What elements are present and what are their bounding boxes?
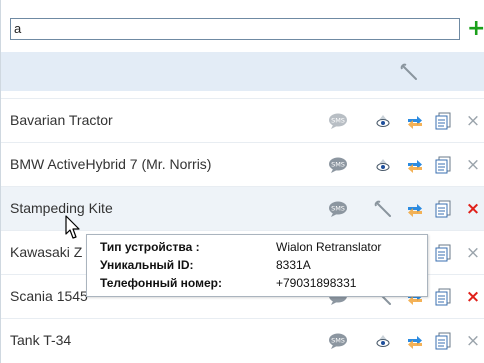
unit-name[interactable]: Tank T-34	[10, 332, 71, 348]
table-row[interactable]: Bavarian Tractor SMS ×	[1, 98, 484, 142]
device-type-value: Wialon Retranslator	[276, 240, 382, 254]
delete-icon[interactable]: ×	[463, 199, 483, 219]
access-icon[interactable]	[373, 155, 393, 175]
delete-icon[interactable]: ×	[463, 111, 483, 131]
add-unit-button[interactable]: +	[467, 18, 484, 40]
swap-icon[interactable]	[405, 331, 425, 351]
document-icon[interactable]	[433, 331, 453, 351]
document-icon[interactable]	[433, 111, 453, 131]
unit-name[interactable]: Kawasaki Z	[10, 244, 82, 260]
device-type-label: Тип устройства :	[100, 240, 200, 254]
wrench-icon[interactable]	[373, 199, 393, 219]
svg-text:SMS: SMS	[331, 337, 345, 345]
document-icon[interactable]	[433, 155, 453, 175]
units-panel: a + Bavarian Tractor SMS × BMW ActiveHyb…	[0, 0, 484, 363]
swap-icon[interactable]	[405, 111, 425, 131]
delete-icon[interactable]: ×	[463, 287, 483, 307]
svg-text:SMS: SMS	[331, 117, 345, 125]
delete-icon[interactable]: ×	[463, 331, 483, 351]
sms-icon[interactable]: SMS	[328, 111, 348, 131]
wrench-icon[interactable]	[399, 62, 419, 82]
delete-icon[interactable]: ×	[463, 243, 483, 263]
mouse-cursor-icon	[65, 215, 80, 239]
svg-text:SMS: SMS	[331, 205, 345, 213]
unique-id-value: 8331A	[276, 258, 311, 272]
document-icon[interactable]	[433, 287, 453, 307]
document-icon[interactable]	[433, 243, 453, 263]
delete-icon[interactable]: ×	[463, 155, 483, 175]
swap-icon[interactable]	[405, 155, 425, 175]
phone-value: +79031898331	[276, 276, 357, 290]
phone-label: Телефонный номер:	[100, 276, 222, 290]
table-row[interactable]: Tank T-34 SMS ×	[1, 318, 484, 362]
swap-icon[interactable]	[405, 199, 425, 219]
document-icon[interactable]	[433, 199, 453, 219]
access-icon[interactable]	[373, 111, 393, 131]
table-row[interactable]: BMW ActiveHybrid 7 (Mr. Norris) SMS ×	[1, 142, 484, 186]
unit-name[interactable]: Bavarian Tractor	[10, 112, 113, 128]
unit-name[interactable]: BMW ActiveHybrid 7 (Mr. Norris)	[10, 156, 211, 172]
sms-icon[interactable]: SMS	[328, 331, 348, 351]
sms-icon[interactable]: SMS	[328, 155, 348, 175]
sms-icon[interactable]: SMS	[328, 199, 348, 219]
search-input[interactable]: a	[10, 18, 460, 40]
svg-text:SMS: SMS	[331, 161, 345, 169]
unit-name[interactable]: Stampeding Kite	[10, 200, 113, 216]
unit-name[interactable]: Scania 1545	[10, 288, 88, 304]
access-icon[interactable]	[373, 331, 393, 351]
unique-id-label: Уникальный ID:	[100, 258, 194, 272]
plus-icon: +	[467, 16, 484, 41]
unit-info-tooltip: Тип устройства : Wialon Retranslator Уни…	[86, 234, 428, 297]
table-header	[1, 52, 484, 91]
